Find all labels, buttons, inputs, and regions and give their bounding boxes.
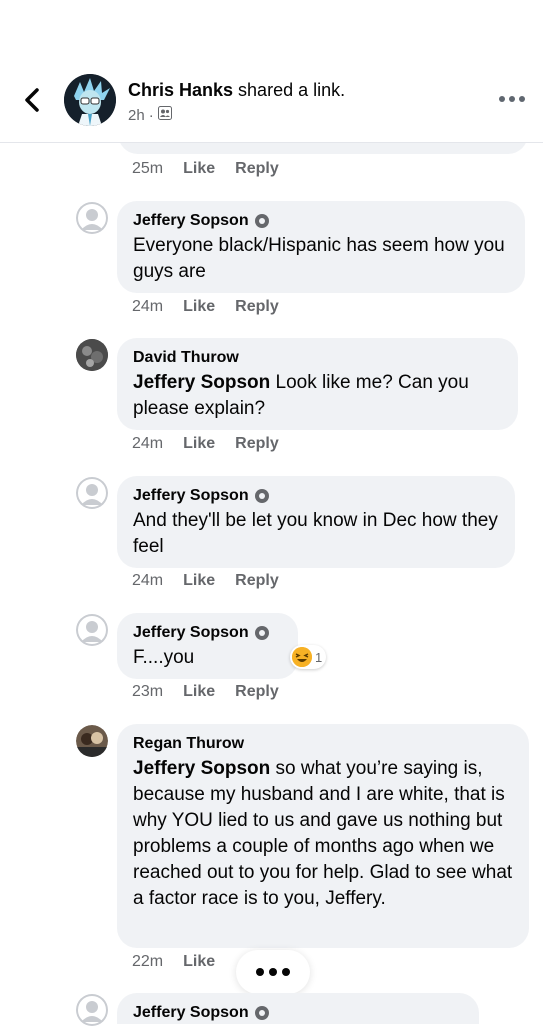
back-arrow-icon[interactable] <box>22 86 42 114</box>
comment-author: Jeffery Sopson <box>133 211 509 231</box>
comment-text: Everyone black/Hispanic has seem how you… <box>133 235 505 282</box>
reply-button[interactable]: Reply <box>235 298 279 316</box>
comment-time: 24m <box>132 298 164 315</box>
like-button[interactable]: Like <box>183 953 215 971</box>
reaction-summary[interactable]: 1 <box>290 645 327 669</box>
comment-actions: 24m Like Reply <box>132 298 279 316</box>
comment-time: 24m <box>132 435 164 452</box>
comment-author: Jeffery Sopson <box>133 623 282 643</box>
comment-bubble: Jeffery Sopson F....you <box>117 613 298 679</box>
comment-time: 23m <box>132 683 164 700</box>
post-header-title: Chris Hanks shared a link. <box>128 80 345 101</box>
author-name[interactable]: Jeffery Sopson <box>133 1003 249 1023</box>
like-button[interactable]: Like <box>183 683 215 701</box>
reply-button[interactable]: Reply <box>235 683 279 701</box>
like-button[interactable]: Like <box>183 160 215 178</box>
meta-separator: · <box>148 106 154 124</box>
comment-bubble: Regan Thurow Jeffery Sopson so what you’… <box>117 724 529 948</box>
author-name[interactable]: Jeffery Sopson <box>133 211 249 231</box>
like-button[interactable]: Like <box>183 298 215 316</box>
comment-bubble: David Thurow Jeffery Sopson Look like me… <box>117 338 518 430</box>
like-button[interactable]: Like <box>183 435 215 453</box>
author-name[interactable]: Jeffery Sopson <box>133 623 249 643</box>
comment-time: 22m <box>132 953 164 970</box>
verified-badge-icon <box>254 1006 269 1020</box>
author-name[interactable]: Regan Thurow <box>133 734 244 754</box>
reply-button[interactable]: Reply <box>235 572 279 590</box>
avatar[interactable] <box>76 202 108 234</box>
comment-actions: 22m Like <box>132 953 215 971</box>
loading-dots-icon <box>236 950 310 994</box>
comment-actions: 23m Like Reply <box>132 683 279 701</box>
comment-time: 25m <box>132 160 164 177</box>
poster-name[interactable]: Chris Hanks <box>128 80 233 100</box>
verified-badge-icon <box>254 489 269 503</box>
comment-text: Jeffery Sopson so what you’re saying is,… <box>133 756 513 912</box>
reply-button[interactable]: Reply <box>235 435 279 453</box>
post-action-text: shared a link. <box>233 80 346 100</box>
more-options-icon[interactable] <box>499 96 525 102</box>
avatar[interactable] <box>76 339 108 371</box>
audience-friends-icon <box>157 106 172 124</box>
comment-author: Jeffery Sopson <box>133 1003 463 1023</box>
comment-actions: 24m Like Reply <box>132 435 279 453</box>
comment-author: David Thurow <box>133 348 502 368</box>
comment-author: Jeffery Sopson <box>133 486 499 506</box>
comment-author: Regan Thurow <box>133 734 513 754</box>
laughing-reaction-icon <box>292 647 312 667</box>
author-name[interactable]: David Thurow <box>133 348 239 368</box>
comment-actions: 24m Like Reply <box>132 572 279 590</box>
comment-bubble: Jeffery Sopson <box>117 993 479 1024</box>
reply-button[interactable]: Reply <box>235 160 279 178</box>
comment-text: F....you <box>133 647 195 668</box>
post-meta: 2h · <box>128 106 172 124</box>
previous-comment-actions: 25m Like Reply <box>132 160 279 178</box>
like-button[interactable]: Like <box>183 572 215 590</box>
comment-bubble: Jeffery Sopson Everyone black/Hispanic h… <box>117 201 525 293</box>
avatar[interactable] <box>76 614 108 646</box>
verified-badge-icon <box>254 214 269 228</box>
avatar[interactable] <box>76 994 108 1026</box>
avatar[interactable] <box>76 725 108 757</box>
comment-text: Jeffery Sopson Look like me? Can you ple… <box>133 370 502 422</box>
reaction-count: 1 <box>315 649 323 665</box>
post-header: Chris Hanks shared a link. 2h · <box>0 0 543 143</box>
mention-link[interactable]: Jeffery Sopson <box>133 758 270 779</box>
comment-bubble: Jeffery Sopson And they'll be let you kn… <box>117 476 515 568</box>
verified-badge-icon <box>254 626 269 640</box>
mention-link[interactable]: Jeffery Sopson <box>133 372 270 393</box>
comment-time: 24m <box>132 572 164 589</box>
post-time[interactable]: 2h <box>128 107 145 124</box>
comment-body: so what you’re saying is, because my hus… <box>133 758 513 909</box>
comment-text: And they'll be let you know in Dec how t… <box>133 510 498 557</box>
author-name[interactable]: Jeffery Sopson <box>133 486 249 506</box>
avatar[interactable] <box>76 477 108 509</box>
poster-avatar[interactable] <box>64 74 116 126</box>
